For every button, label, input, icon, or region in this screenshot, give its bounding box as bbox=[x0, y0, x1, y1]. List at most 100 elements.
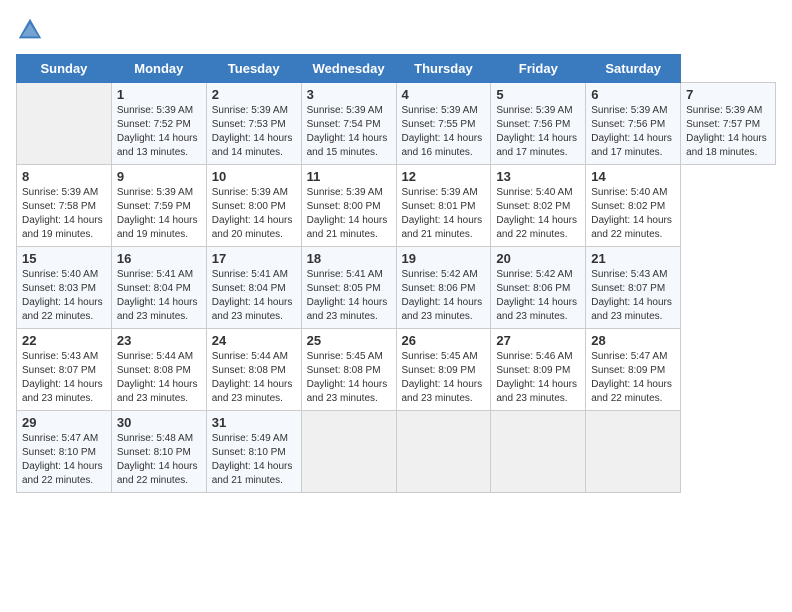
sunset-text: Sunset: 8:10 PM bbox=[22, 446, 106, 460]
day-detail: Sunrise: 5:39 AM Sunset: 7:57 PM Dayligh… bbox=[686, 104, 770, 160]
sunrise-text: Sunrise: 5:39 AM bbox=[212, 186, 296, 200]
table-row: 4 Sunrise: 5:39 AM Sunset: 7:55 PM Dayli… bbox=[396, 83, 491, 165]
daylight-text: Daylight: 14 hours and 23 minutes. bbox=[496, 378, 580, 406]
day-detail: Sunrise: 5:44 AM Sunset: 8:08 PM Dayligh… bbox=[212, 350, 296, 406]
day-detail: Sunrise: 5:40 AM Sunset: 8:02 PM Dayligh… bbox=[496, 186, 580, 242]
sunrise-text: Sunrise: 5:39 AM bbox=[402, 104, 486, 118]
sunrise-text: Sunrise: 5:40 AM bbox=[22, 268, 106, 282]
sunset-text: Sunset: 8:09 PM bbox=[496, 364, 580, 378]
day-detail: Sunrise: 5:41 AM Sunset: 8:04 PM Dayligh… bbox=[212, 268, 296, 324]
daylight-text: Daylight: 14 hours and 21 minutes. bbox=[212, 460, 296, 488]
table-row: 2 Sunrise: 5:39 AM Sunset: 7:53 PM Dayli… bbox=[206, 83, 301, 165]
day-number: 1 bbox=[117, 87, 201, 102]
sunset-text: Sunset: 8:03 PM bbox=[22, 282, 106, 296]
col-wednesday: Wednesday bbox=[301, 55, 396, 83]
day-detail: Sunrise: 5:43 AM Sunset: 8:07 PM Dayligh… bbox=[591, 268, 675, 324]
header bbox=[16, 16, 776, 44]
day-number: 20 bbox=[496, 251, 580, 266]
day-detail: Sunrise: 5:41 AM Sunset: 8:04 PM Dayligh… bbox=[117, 268, 201, 324]
day-detail: Sunrise: 5:39 AM Sunset: 7:55 PM Dayligh… bbox=[402, 104, 486, 160]
sunrise-text: Sunrise: 5:48 AM bbox=[117, 432, 201, 446]
day-number: 18 bbox=[307, 251, 391, 266]
sunrise-text: Sunrise: 5:39 AM bbox=[22, 186, 106, 200]
sunrise-text: Sunrise: 5:43 AM bbox=[22, 350, 106, 364]
table-row: 13 Sunrise: 5:40 AM Sunset: 8:02 PM Dayl… bbox=[491, 165, 586, 247]
table-row: 27 Sunrise: 5:46 AM Sunset: 8:09 PM Dayl… bbox=[491, 329, 586, 411]
day-number: 3 bbox=[307, 87, 391, 102]
daylight-text: Daylight: 14 hours and 21 minutes. bbox=[402, 214, 486, 242]
sunset-text: Sunset: 7:57 PM bbox=[686, 118, 770, 132]
day-number: 10 bbox=[212, 169, 296, 184]
table-row bbox=[396, 411, 491, 493]
day-number: 6 bbox=[591, 87, 675, 102]
day-number: 22 bbox=[22, 333, 106, 348]
daylight-text: Daylight: 14 hours and 21 minutes. bbox=[307, 214, 391, 242]
table-row: 29 Sunrise: 5:47 AM Sunset: 8:10 PM Dayl… bbox=[17, 411, 112, 493]
table-row bbox=[301, 411, 396, 493]
day-number: 11 bbox=[307, 169, 391, 184]
calendar-table: Sunday Monday Tuesday Wednesday Thursday… bbox=[16, 54, 776, 493]
day-number: 27 bbox=[496, 333, 580, 348]
day-detail: Sunrise: 5:45 AM Sunset: 8:08 PM Dayligh… bbox=[307, 350, 391, 406]
sunset-text: Sunset: 7:53 PM bbox=[212, 118, 296, 132]
table-row: 25 Sunrise: 5:45 AM Sunset: 8:08 PM Dayl… bbox=[301, 329, 396, 411]
col-sunday: Sunday bbox=[17, 55, 112, 83]
daylight-text: Daylight: 14 hours and 19 minutes. bbox=[22, 214, 106, 242]
sunset-text: Sunset: 7:59 PM bbox=[117, 200, 201, 214]
col-thursday: Thursday bbox=[396, 55, 491, 83]
sunset-text: Sunset: 8:04 PM bbox=[212, 282, 296, 296]
daylight-text: Daylight: 14 hours and 22 minutes. bbox=[117, 460, 201, 488]
daylight-text: Daylight: 14 hours and 19 minutes. bbox=[117, 214, 201, 242]
sunrise-text: Sunrise: 5:39 AM bbox=[307, 104, 391, 118]
sunset-text: Sunset: 8:10 PM bbox=[117, 446, 201, 460]
daylight-text: Daylight: 14 hours and 23 minutes. bbox=[496, 296, 580, 324]
daylight-text: Daylight: 14 hours and 23 minutes. bbox=[212, 296, 296, 324]
table-row: 1 Sunrise: 5:39 AM Sunset: 7:52 PM Dayli… bbox=[111, 83, 206, 165]
table-row: 31 Sunrise: 5:49 AM Sunset: 8:10 PM Dayl… bbox=[206, 411, 301, 493]
calendar-header: Sunday Monday Tuesday Wednesday Thursday… bbox=[17, 55, 776, 83]
sunrise-text: Sunrise: 5:45 AM bbox=[402, 350, 486, 364]
day-detail: Sunrise: 5:39 AM Sunset: 7:52 PM Dayligh… bbox=[117, 104, 201, 160]
day-number: 28 bbox=[591, 333, 675, 348]
day-detail: Sunrise: 5:39 AM Sunset: 7:59 PM Dayligh… bbox=[117, 186, 201, 242]
day-number: 4 bbox=[402, 87, 486, 102]
sunrise-text: Sunrise: 5:42 AM bbox=[496, 268, 580, 282]
sunset-text: Sunset: 8:09 PM bbox=[402, 364, 486, 378]
sunset-text: Sunset: 8:05 PM bbox=[307, 282, 391, 296]
sunset-text: Sunset: 8:00 PM bbox=[212, 200, 296, 214]
sunset-text: Sunset: 8:08 PM bbox=[307, 364, 391, 378]
day-detail: Sunrise: 5:39 AM Sunset: 8:00 PM Dayligh… bbox=[307, 186, 391, 242]
daylight-text: Daylight: 14 hours and 17 minutes. bbox=[496, 132, 580, 160]
daylight-text: Daylight: 14 hours and 23 minutes. bbox=[212, 378, 296, 406]
sunrise-text: Sunrise: 5:39 AM bbox=[212, 104, 296, 118]
col-friday: Friday bbox=[491, 55, 586, 83]
table-row: 19 Sunrise: 5:42 AM Sunset: 8:06 PM Dayl… bbox=[396, 247, 491, 329]
day-detail: Sunrise: 5:42 AM Sunset: 8:06 PM Dayligh… bbox=[496, 268, 580, 324]
calendar-week-2: 8 Sunrise: 5:39 AM Sunset: 7:58 PM Dayli… bbox=[17, 165, 776, 247]
table-row: 7 Sunrise: 5:39 AM Sunset: 7:57 PM Dayli… bbox=[681, 83, 776, 165]
day-detail: Sunrise: 5:40 AM Sunset: 8:03 PM Dayligh… bbox=[22, 268, 106, 324]
day-number: 21 bbox=[591, 251, 675, 266]
daylight-text: Daylight: 14 hours and 16 minutes. bbox=[402, 132, 486, 160]
sunset-text: Sunset: 7:58 PM bbox=[22, 200, 106, 214]
daylight-text: Daylight: 14 hours and 22 minutes. bbox=[22, 296, 106, 324]
day-number: 16 bbox=[117, 251, 201, 266]
sunrise-text: Sunrise: 5:41 AM bbox=[212, 268, 296, 282]
sunset-text: Sunset: 8:00 PM bbox=[307, 200, 391, 214]
header-row: Sunday Monday Tuesday Wednesday Thursday… bbox=[17, 55, 776, 83]
sunrise-text: Sunrise: 5:47 AM bbox=[22, 432, 106, 446]
table-row: 30 Sunrise: 5:48 AM Sunset: 8:10 PM Dayl… bbox=[111, 411, 206, 493]
daylight-text: Daylight: 14 hours and 22 minutes. bbox=[591, 378, 675, 406]
sunrise-text: Sunrise: 5:39 AM bbox=[496, 104, 580, 118]
day-detail: Sunrise: 5:46 AM Sunset: 8:09 PM Dayligh… bbox=[496, 350, 580, 406]
calendar-week-1: 1 Sunrise: 5:39 AM Sunset: 7:52 PM Dayli… bbox=[17, 83, 776, 165]
day-number: 8 bbox=[22, 169, 106, 184]
table-row: 8 Sunrise: 5:39 AM Sunset: 7:58 PM Dayli… bbox=[17, 165, 112, 247]
sunset-text: Sunset: 7:55 PM bbox=[402, 118, 486, 132]
table-row: 14 Sunrise: 5:40 AM Sunset: 8:02 PM Dayl… bbox=[586, 165, 681, 247]
calendar-week-4: 22 Sunrise: 5:43 AM Sunset: 8:07 PM Dayl… bbox=[17, 329, 776, 411]
daylight-text: Daylight: 14 hours and 20 minutes. bbox=[212, 214, 296, 242]
col-saturday: Saturday bbox=[586, 55, 681, 83]
daylight-text: Daylight: 14 hours and 23 minutes. bbox=[402, 378, 486, 406]
day-number: 5 bbox=[496, 87, 580, 102]
